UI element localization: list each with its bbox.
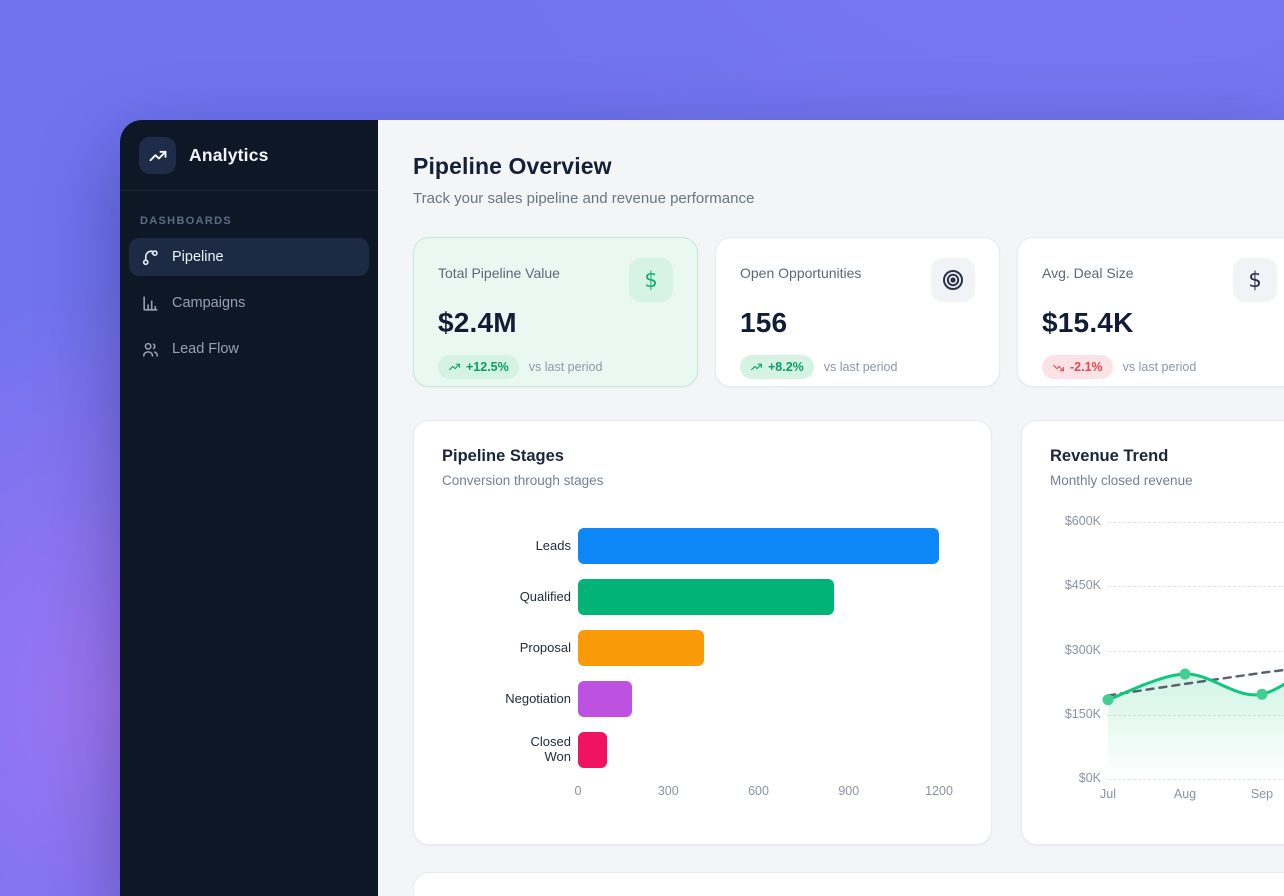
kpi-value: 156 [740,307,975,339]
app-window: Analytics DASHBOARDS Pipeline Campaigns Le… [120,120,1284,896]
dollar-icon: $ [1233,258,1277,302]
change-badge: +12.5% [438,355,519,379]
revenue-area [1108,642,1284,779]
y-axis-tick: $600K [1042,514,1101,528]
page-subtitle: Track your sales pipeline and revenue pe… [413,190,1284,207]
kpi-value: $15.4K [1042,307,1277,339]
sidebar-header: Analytics [120,120,378,191]
bar-category-label: Leads [442,539,571,554]
bottom-partial-card [413,872,1284,896]
sidebar-item-lead-flow[interactable]: Lead Flow [129,330,369,368]
sidebar-item-label: Lead Flow [172,341,239,357]
chart-title: Pipeline Stages [442,447,963,466]
x-axis-tick: 600 [748,784,769,798]
month-label: Sep [1251,787,1273,801]
chart-subtitle: Conversion through stages [442,473,963,488]
chart-subtitle: Monthly closed revenue [1050,473,1284,488]
pipeline-stages-card: Pipeline Stages Conversion through stage… [413,420,992,845]
chart-title: Revenue Trend [1050,447,1284,466]
app-title: Analytics [189,145,269,166]
revenue-trend-card: Revenue Trend Monthly closed revenue $60… [1021,420,1284,845]
sidebar-item-pipeline[interactable]: Pipeline [129,238,369,276]
kpi-label: Open Opportunities [740,260,861,281]
sidebar-nav: Pipeline Campaigns Lead Flow [120,238,378,376]
kpi-label: Avg. Deal Size [1042,260,1134,281]
sidebar-item-campaigns[interactable]: Campaigns [129,284,369,322]
bar-leads[interactable] [578,528,939,564]
bar-row: Qualified [442,579,963,615]
x-axis-tick: 300 [658,784,679,798]
page-title: Pipeline Overview [413,153,1284,180]
kpi-value: $2.4M [438,307,673,339]
bar-category-label: Qualified [442,590,571,605]
campaigns-icon [141,294,160,313]
bar-closed-won[interactable] [578,732,607,768]
main-content: Pipeline Overview Track your sales pipel… [378,120,1284,896]
pipeline-icon [141,248,160,267]
target-icon [931,258,975,302]
dollar-icon: $ [629,258,673,302]
compare-label: vs last period [529,360,603,374]
sidebar: Analytics DASHBOARDS Pipeline Campaigns Le… [120,120,378,896]
trend-up-icon [750,361,763,374]
bar-row: Closed Won [442,732,963,768]
month-label: Jul [1100,787,1116,801]
bar-negotiation[interactable] [578,681,632,717]
bar-category-label: Negotiation [442,692,571,707]
bar-category-label: Closed Won [442,735,571,765]
bar-row: Proposal [442,630,963,666]
bar-chart-plot: Leads Qualified Proposal Negotiation Closed … [442,528,963,783]
bar-chart-x-axis: 0 300 600 900 1200 [442,784,962,800]
x-axis-tick: 900 [838,784,859,798]
sidebar-item-label: Pipeline [172,249,224,265]
bar-category-label: Proposal [442,641,571,656]
charts-row: Pipeline Stages Conversion through stage… [413,420,1284,845]
kpi-card-avg-deal-size: Avg. Deal Size $ $15.4K -2.1% vs last period [1017,237,1284,387]
lead-flow-icon [141,340,160,359]
change-value: +8.2% [768,360,804,374]
trend-down-icon [1052,361,1065,374]
bar-proposal[interactable] [578,630,704,666]
change-badge: -2.1% [1042,355,1113,379]
change-badge: +8.2% [740,355,814,379]
month-label: Aug [1174,787,1196,801]
trend-up-icon [448,361,461,374]
sidebar-section-label: DASHBOARDS [140,215,358,227]
change-value: +12.5% [466,360,509,374]
x-axis-tick: 0 [575,784,582,798]
compare-label: vs last period [1123,360,1197,374]
desktop-background: { "app": { "title": "Analytics" }, "side… [0,0,1284,896]
kpi-card-open-opportunities: Open Opportunities 156 +8.2% vs last period [715,237,1000,387]
x-axis-tick: 1200 [925,784,953,798]
compare-label: vs last period [824,360,898,374]
change-value: -2.1% [1070,360,1103,374]
bar-qualified[interactable] [578,579,834,615]
data-point-aug[interactable] [1180,669,1191,680]
kpi-card-total-pipeline-value: Total Pipeline Value $ $2.4M +12.5% vs last … [413,237,698,387]
sidebar-item-label: Campaigns [172,295,245,311]
data-point-jul[interactable] [1103,694,1114,705]
bar-row: Negotiation [442,681,963,717]
kpi-row: Total Pipeline Value $ $2.4M +12.5% vs last … [413,237,1284,387]
bar-row: Leads [442,528,963,564]
kpi-label: Total Pipeline Value [438,260,560,281]
line-chart-plot [1092,541,1284,811]
data-point-sep[interactable] [1257,689,1268,700]
gridline [1108,522,1284,523]
analytics-logo-icon [139,137,176,174]
